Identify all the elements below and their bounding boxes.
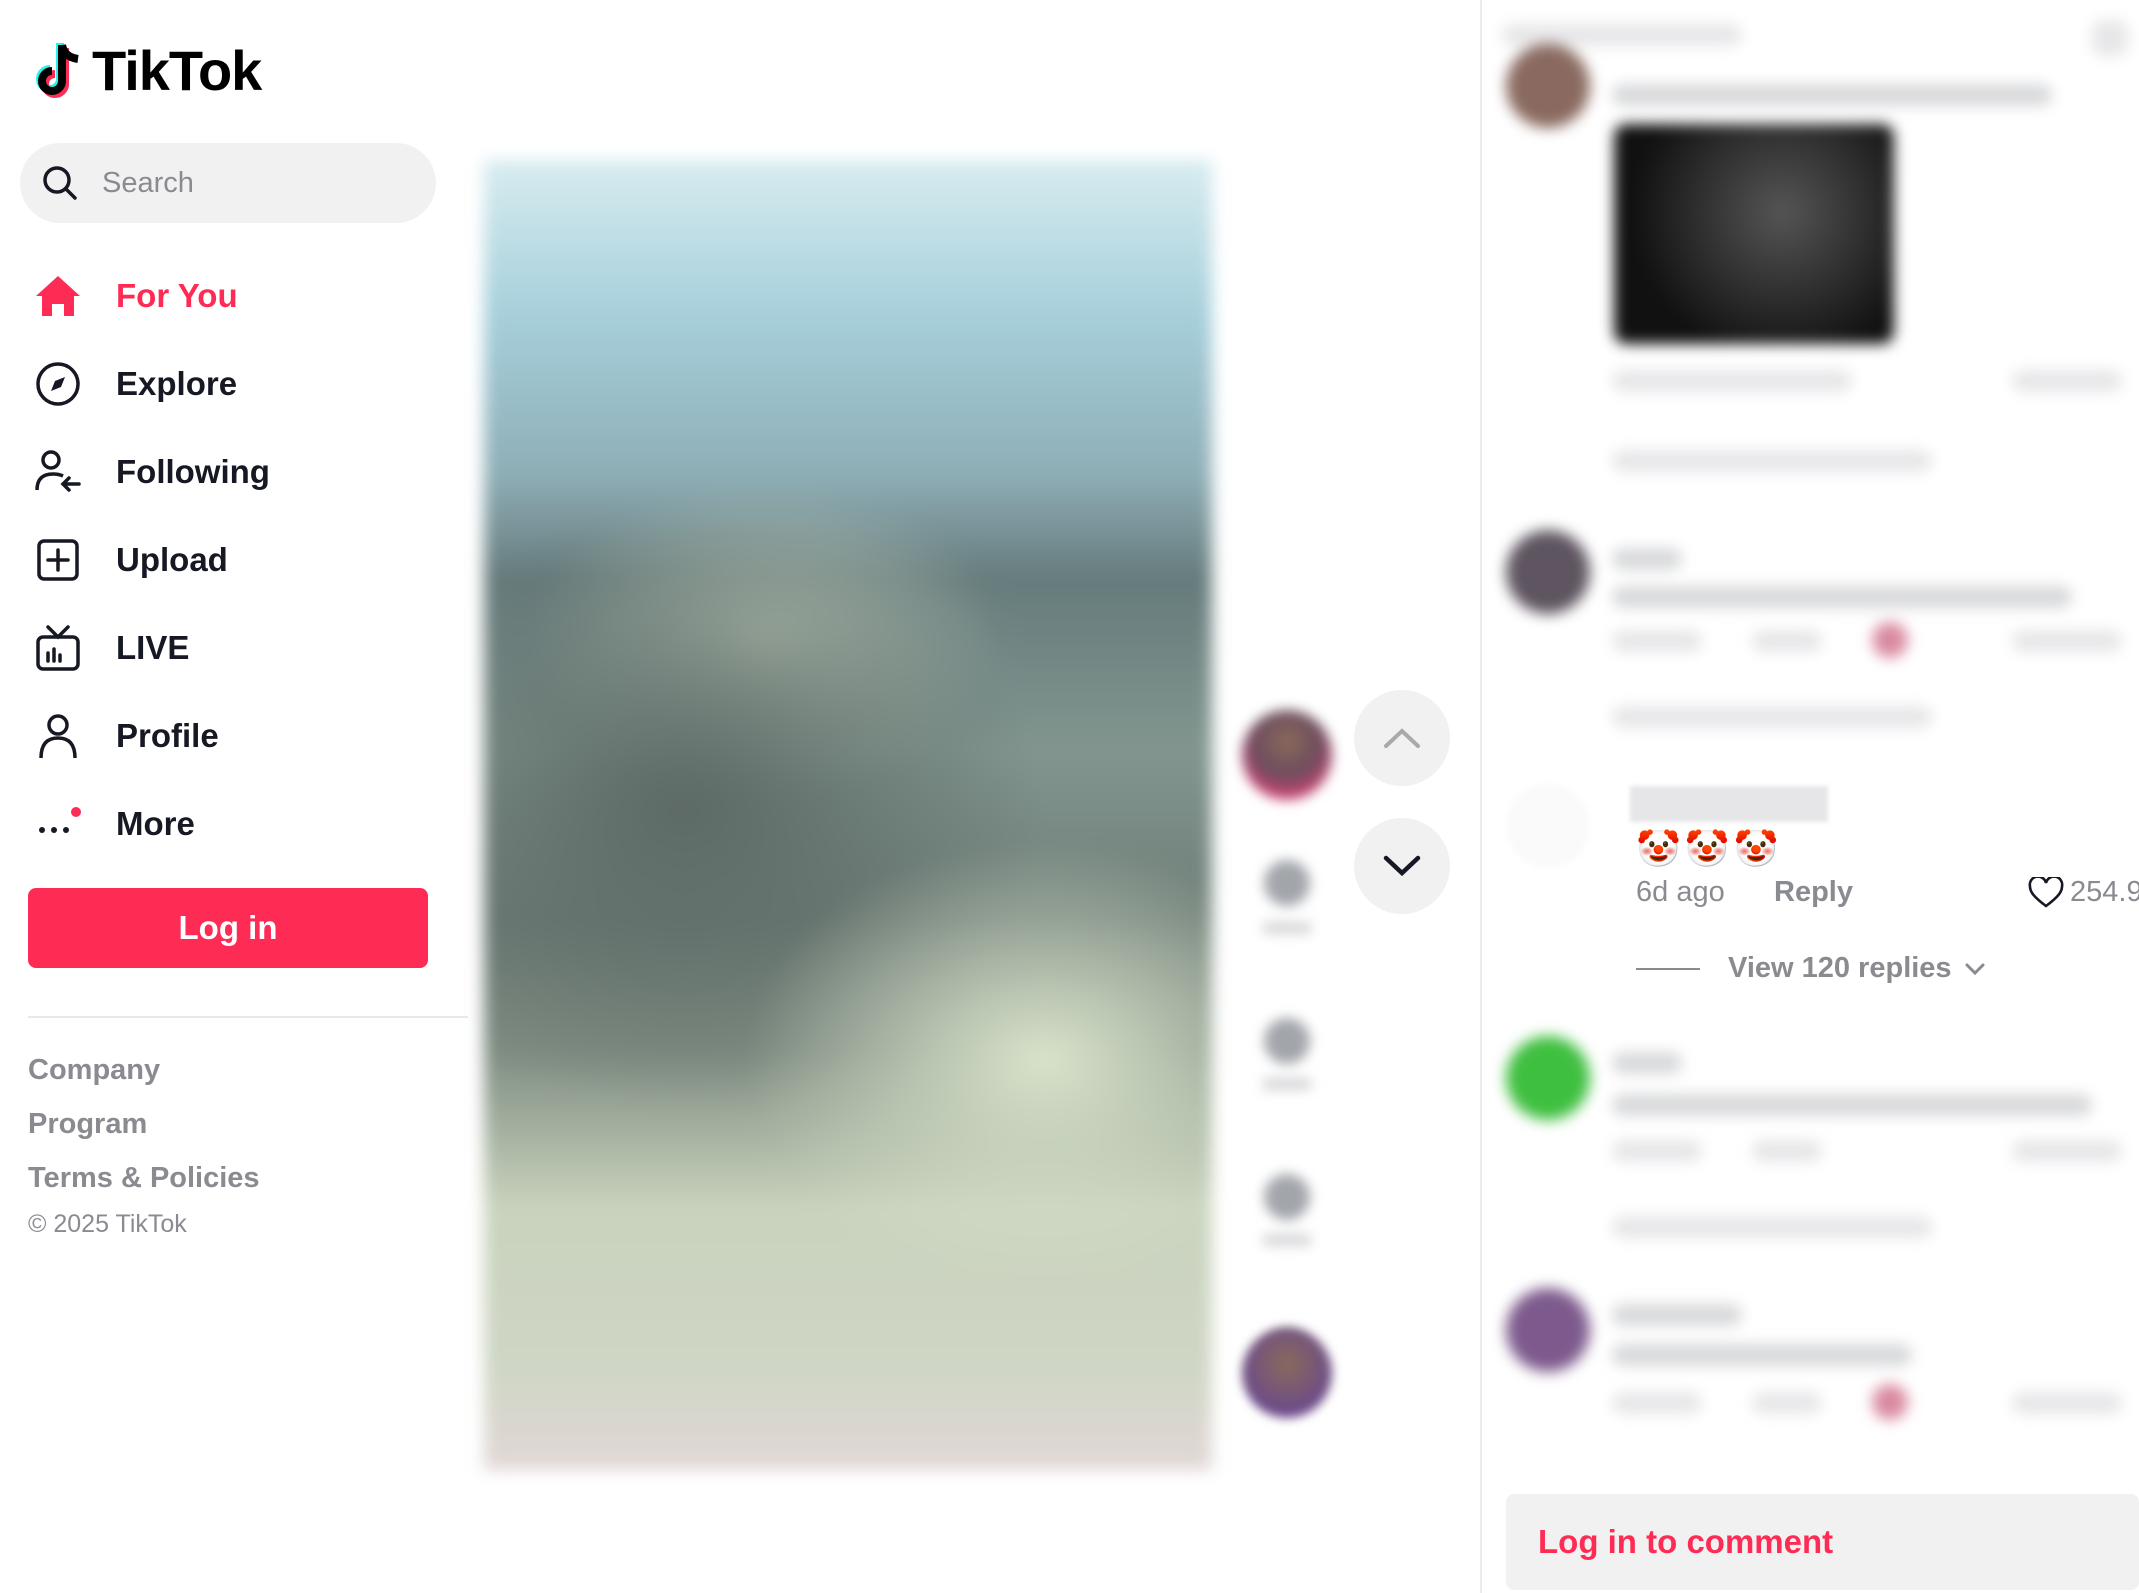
login-to-comment-label: Log in to comment (1538, 1523, 1834, 1560)
previous-video-button[interactable] (1354, 690, 1450, 786)
view-replies-label: View 120 replies (1728, 952, 1952, 984)
home-icon (28, 266, 88, 326)
nav-label-live: LIVE (116, 629, 190, 666)
comment-count (1262, 1078, 1312, 1090)
nav-label-for-you: For You (116, 277, 238, 314)
nav-item-for-you[interactable]: For You (28, 252, 448, 340)
following-icon (28, 442, 88, 502)
bookmark-icon[interactable] (1264, 1174, 1310, 1220)
video-container (474, 150, 1354, 1480)
comment-like-count: 254.9K (2070, 876, 2139, 908)
video-player[interactable] (484, 160, 1212, 1470)
logo-text: TikTok (92, 39, 262, 102)
chevron-down-icon (1965, 963, 1985, 975)
chevron-down-icon (1383, 855, 1421, 877)
sidebar-divider (28, 1016, 468, 1018)
video-action-bar (1222, 550, 1352, 1430)
nav-label-following: Following (116, 453, 270, 490)
comment-avatar[interactable] (1506, 1036, 1590, 1120)
like-icon[interactable] (1264, 860, 1310, 906)
nav-label-explore: Explore (116, 365, 238, 402)
footer-link-terms[interactable]: Terms & Policies (28, 1154, 260, 1208)
comment-like-button[interactable]: 254.9K (2028, 876, 2139, 909)
sidebar: TikTok For You Explore Following (0, 0, 470, 1593)
commenter-username[interactable] (1630, 786, 1828, 822)
footer-link-company[interactable]: Company (28, 1046, 260, 1100)
login-to-comment-bar[interactable]: Log in to comment (1506, 1494, 2139, 1590)
nav-item-live[interactable]: LIVE (28, 604, 448, 692)
like-count (1262, 922, 1312, 934)
nav-item-profile[interactable]: Profile (28, 692, 448, 780)
nav-label-more: More (116, 805, 195, 842)
footer-links: Company Program Terms & Policies © 2025 … (28, 1046, 260, 1239)
heart-icon (2028, 876, 2064, 908)
tiktok-logo[interactable]: TikTok (34, 38, 262, 103)
main-nav: For You Explore Following Upload LIVE Pr… (28, 252, 448, 868)
comment-timestamp: 6d ago (1636, 876, 1725, 908)
bookmark-count (1262, 1234, 1312, 1246)
copyright-text: © 2025 TikTok (28, 1210, 187, 1238)
compass-icon (28, 354, 88, 414)
next-video-button[interactable] (1354, 818, 1450, 914)
more-icon (28, 794, 88, 854)
upload-icon (28, 530, 88, 590)
nav-item-upload[interactable]: Upload (28, 516, 448, 604)
nav-label-upload: Upload (116, 541, 228, 578)
tiktok-note-icon (36, 42, 79, 98)
search-input[interactable] (100, 165, 424, 201)
chevron-up-icon (1384, 728, 1420, 748)
comments-panel: 🤡🤡🤡 6d ago Reply 254.9K View 120 replies (1480, 0, 2139, 1593)
reply-button[interactable]: Reply (1774, 876, 1853, 909)
comment-avatar[interactable] (1506, 530, 1590, 614)
comment-item: 🤡🤡🤡 6d ago Reply 254.9K View 120 replies (1506, 780, 2139, 1010)
search-icon (43, 166, 77, 200)
view-replies-button[interactable]: View 120 replies (1636, 952, 1986, 985)
login-button[interactable]: Log in (28, 888, 428, 968)
replies-line (1636, 967, 1700, 970)
nav-item-following[interactable]: Following (28, 428, 448, 516)
footer-link-program[interactable]: Program (28, 1100, 260, 1154)
nav-item-more[interactable]: More (28, 780, 448, 868)
comment-icon[interactable] (1264, 1018, 1310, 1064)
nav-item-explore[interactable]: Explore (28, 340, 448, 428)
profile-icon (28, 706, 88, 766)
music-disc-icon[interactable] (1242, 1328, 1332, 1418)
search-bar[interactable] (20, 143, 436, 223)
nav-label-profile: Profile (116, 717, 219, 754)
live-icon (28, 618, 88, 678)
comment-text: 🤡🤡🤡 (1636, 828, 1783, 869)
comment-avatar[interactable] (1506, 1288, 1590, 1372)
creator-avatar[interactable] (1242, 710, 1332, 800)
comment-avatar[interactable] (1506, 44, 1590, 128)
commenter-avatar[interactable] (1506, 784, 1590, 868)
comment-image[interactable] (1614, 124, 1894, 344)
